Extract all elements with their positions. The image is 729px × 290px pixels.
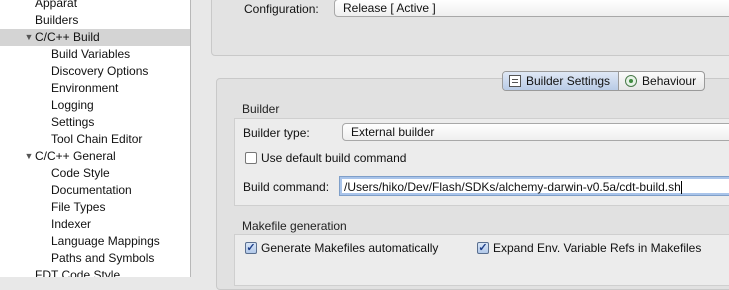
tab-label: Builder Settings (526, 74, 611, 88)
expand-env-refs-label: Expand Env. Variable Refs in Makefiles (493, 241, 702, 255)
build-command-value: /Users/hiko/Dev/Flash/SDKs/alchemy-darwi… (344, 180, 681, 194)
sidebar-item[interactable]: Language Mappings (0, 233, 190, 250)
behaviour-icon (625, 75, 638, 87)
sidebar-item-label: Code Style (51, 166, 110, 180)
tab-builder-settings[interactable]: Builder Settings (503, 72, 619, 90)
sidebar-item-label: Logging (51, 98, 94, 112)
sidebar-item[interactable]: Environment (0, 80, 190, 97)
build-command-label: Build command: (243, 180, 330, 194)
sidebar-item-label: Documentation (51, 183, 132, 197)
sidebar-item-label: Builders (35, 13, 79, 27)
sidebar-item[interactable]: FDT Code Style (0, 267, 190, 277)
document-icon (509, 75, 521, 87)
sidebar-item-label: File Types (51, 200, 106, 214)
sidebar-item[interactable]: File Types (0, 199, 190, 216)
builder-type-label: Builder type: (243, 126, 310, 140)
sidebar-item-label: Tool Chain Editor (51, 132, 143, 146)
properties-tree: Apparat Builders ▼ C/C++ Build Build Variabl… (0, 0, 191, 277)
use-default-checkbox[interactable] (245, 152, 257, 164)
generate-makefiles-checkbox[interactable]: ✓ (245, 242, 257, 254)
configuration-select[interactable]: Release [ Active ] (334, 0, 729, 17)
sidebar-item[interactable]: Documentation (0, 182, 190, 199)
makefile-section-title: Makefile generation (242, 219, 347, 233)
configuration-group: Configuration: Release [ Active ] (211, 0, 729, 56)
sidebar-item[interactable]: ▼ C/C++ Build (0, 29, 190, 46)
disclosure-triangle-icon[interactable]: ▼ (24, 148, 34, 165)
builder-section-title: Builder (242, 102, 280, 116)
sidebar-item[interactable]: Logging (0, 97, 190, 114)
sidebar-item[interactable]: Indexer (0, 216, 190, 233)
sidebar-item-label: Language Mappings (51, 234, 160, 248)
generate-makefiles-label: Generate Makefiles automatically (261, 241, 439, 255)
sidebar-item-label: Discovery Options (51, 64, 149, 78)
text-cursor (680, 181, 682, 195)
sidebar-item-label: C/C++ Build (35, 30, 100, 44)
tab-label: Behaviour (642, 74, 697, 88)
sidebar-item[interactable]: Apparat (0, 0, 190, 12)
sidebar-item-label: Apparat (35, 0, 78, 10)
builder-type-select[interactable]: External builder (342, 123, 729, 141)
sidebar-item[interactable]: Builders (0, 12, 190, 29)
configuration-label: Configuration: (244, 2, 319, 16)
sidebar-item[interactable]: Build Variables (0, 46, 190, 63)
sidebar-item-label: Paths and Symbols (51, 251, 155, 265)
sidebar-item-label: Build Variables (51, 47, 131, 61)
sidebar-item[interactable]: Settings (0, 114, 190, 131)
sidebar-item[interactable]: Discovery Options (0, 63, 190, 80)
sidebar-item[interactable]: Code Style (0, 165, 190, 182)
use-default-label: Use default build command (261, 151, 407, 165)
sidebar-item[interactable]: ▼ C/C++ General (0, 148, 190, 165)
sidebar-item[interactable]: Tool Chain Editor (0, 131, 190, 148)
sidebar-item-label: FDT Code Style (35, 268, 121, 277)
tab-behaviour[interactable]: Behaviour (618, 72, 704, 90)
build-command-input[interactable]: /Users/hiko/Dev/Flash/SDKs/alchemy-darwi… (339, 176, 729, 196)
expand-env-refs-checkbox[interactable]: ✓ (477, 242, 489, 254)
sidebar-item[interactable]: Paths and Symbols (0, 250, 190, 267)
build-settings-pane: Configuration: Release [ Active ] Builde… (191, 0, 729, 290)
sidebar-item-label: Indexer (51, 217, 92, 231)
disclosure-triangle-icon[interactable]: ▼ (24, 29, 34, 46)
tab-bar: Builder Settings Behaviour (502, 71, 706, 91)
sidebar-item-label: Settings (51, 115, 95, 129)
sidebar-item-label: Environment (51, 81, 119, 95)
sidebar-item-label: C/C++ General (35, 149, 116, 163)
